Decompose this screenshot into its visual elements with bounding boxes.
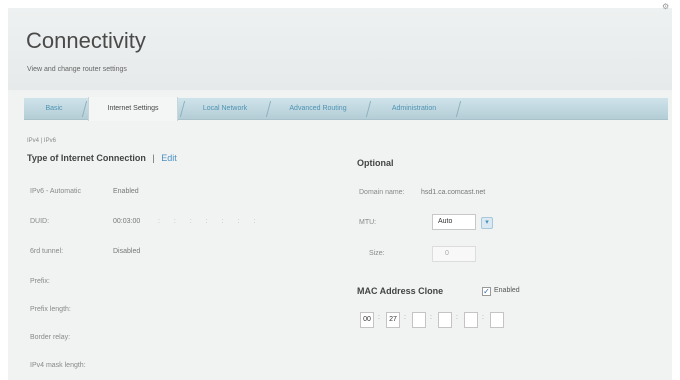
internet-connection-heading: Type of Internet Connection | Edit [27, 153, 177, 163]
duid-value: 00:03:00 [113, 218, 141, 225]
6rd-tunnel-label: 6rd tunnel: [30, 248, 64, 255]
mac-octet-1[interactable]: 00 [360, 312, 374, 328]
size-label: Size: [369, 250, 385, 257]
ipv6-automatic-label: IPv6 - Automatic [30, 188, 81, 195]
tab-administration[interactable]: Administration [372, 98, 456, 120]
tab-basic[interactable]: Basic [34, 98, 74, 120]
tab-separator [265, 101, 272, 117]
mac-colon: : [404, 314, 406, 321]
internet-connection-title: Type of Internet Connection [27, 153, 146, 163]
page-subtitle: View and change router settings [27, 66, 127, 73]
mac-clone-checkbox[interactable]: ✓ [482, 287, 491, 296]
mac-octet-3[interactable] [412, 312, 426, 328]
help-icon[interactable]: ⚙ [662, 2, 671, 11]
mac-clone-enabled-label: Enabled [494, 287, 520, 294]
duid-dots: : : : : : : : [158, 218, 262, 225]
mtu-label: MTU: [359, 219, 377, 226]
edit-link[interactable]: Edit [161, 153, 177, 163]
duid-label: DUID: [30, 218, 50, 225]
mac-colon: : [456, 314, 458, 321]
tab-separator [81, 101, 88, 117]
6rd-tunnel-value: Disabled [113, 248, 141, 255]
app-window: Connectivity View and change router sett… [8, 8, 672, 380]
ipv4-mask-length-label: IPv4 mask length: [30, 362, 86, 369]
tab-separator [365, 101, 372, 117]
tab-internet-settings[interactable]: Internet Settings [88, 97, 178, 121]
mac-octet-5[interactable] [464, 312, 478, 328]
tab-advanced-routing[interactable]: Advanced Routing [272, 98, 364, 120]
tab-local-network[interactable]: Local Network [186, 98, 264, 120]
page-title: Connectivity [26, 28, 146, 53]
header: Connectivity View and change router sett… [8, 8, 672, 90]
breadcrumb[interactable]: IPv4 | IPv6 [27, 138, 56, 144]
ipv6-automatic-value: Enabled [113, 188, 139, 195]
chevron-down-icon[interactable]: ▾ [481, 217, 493, 229]
border-relay-label: Border relay: [30, 334, 71, 341]
mac-colon: : [430, 314, 432, 321]
prefix-label: Prefix: [30, 278, 50, 285]
domain-name-label: Domain name: [359, 189, 405, 196]
tab-separator [455, 101, 462, 117]
mac-colon: : [482, 314, 484, 321]
domain-name-value: hsd1.ca.comcast.net [421, 189, 486, 196]
size-input[interactable]: 0 [432, 246, 476, 262]
prefix-length-label: Prefix length: [30, 306, 71, 313]
mac-octet-2[interactable]: 27 [386, 312, 400, 328]
mac-clone-title: MAC Address Clone [357, 286, 444, 296]
tab-separator [179, 101, 186, 117]
optional-title: Optional [357, 158, 394, 168]
mac-colon: : [378, 314, 380, 321]
mac-octet-6[interactable] [490, 312, 504, 328]
mac-octet-4[interactable] [438, 312, 452, 328]
tab-bar: Basic Internet Settings Local Network Ad… [24, 97, 668, 121]
mtu-select[interactable]: Auto [432, 214, 476, 230]
title-separator: | [152, 153, 155, 163]
